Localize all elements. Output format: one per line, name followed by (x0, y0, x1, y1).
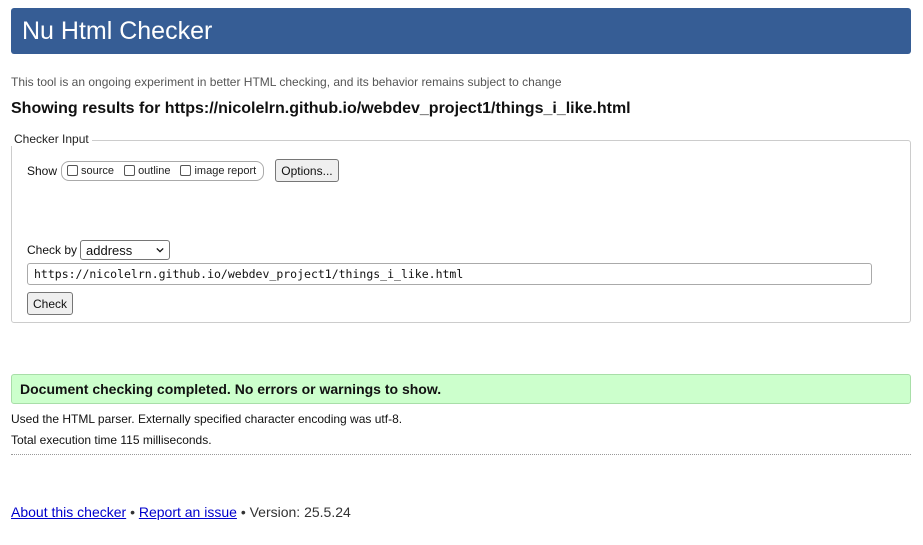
image-report-checkbox-label: image report (194, 164, 257, 177)
options-button[interactable]: Options... (275, 159, 339, 182)
show-image-report-option[interactable]: image report (180, 165, 256, 177)
check-button[interactable]: Check (27, 292, 74, 315)
check-by-select[interactable]: address (80, 240, 171, 260)
show-label: Show (27, 163, 58, 178)
tagline: This tool is an ongoing experiment in be… (11, 75, 562, 89)
url-input[interactable]: https://nicolelrn.github.io/webdev_proje… (27, 263, 872, 285)
show-options-group: source outline image report (61, 160, 265, 181)
app-title: Nu Html Checker (22, 16, 213, 45)
results-heading: Showing results for https://nicolelrn.gi… (11, 100, 631, 117)
chevron-down-icon (156, 247, 164, 253)
about-checker-link[interactable]: About this checker (11, 504, 126, 520)
parser-info: Used the HTML parser. Externally specifi… (11, 412, 403, 426)
checker-input-legend: Checker Input (11, 132, 92, 146)
outline-checkbox[interactable] (124, 165, 136, 176)
show-row: Show source outline image report Options… (27, 159, 339, 182)
success-message-text: Document checking completed. No errors o… (20, 381, 442, 397)
show-outline-option[interactable]: outline (124, 165, 170, 177)
divider (11, 454, 911, 455)
check-by-select-value: address (86, 242, 133, 258)
footer: About this checker • Report an issue • V… (11, 504, 351, 520)
execution-time: Total execution time 115 milliseconds. (11, 433, 212, 447)
success-message: Document checking completed. No errors o… (11, 374, 911, 404)
source-checkbox-label: source (81, 164, 115, 177)
outline-checkbox-label: outline (138, 164, 171, 177)
version-text: • Version: 25.5.24 (240, 504, 351, 520)
url-input-value: https://nicolelrn.github.io/webdev_proje… (34, 267, 464, 281)
app-header: Nu Html Checker (11, 8, 911, 54)
report-issue-link[interactable]: Report an issue (139, 504, 237, 520)
footer-separator: • (130, 504, 135, 520)
check-by-row: Check by address (27, 240, 171, 260)
image-report-checkbox[interactable] (180, 165, 192, 176)
source-checkbox[interactable] (67, 165, 79, 176)
check-by-label: Check by (27, 243, 78, 257)
show-source-option[interactable]: source (67, 165, 114, 177)
